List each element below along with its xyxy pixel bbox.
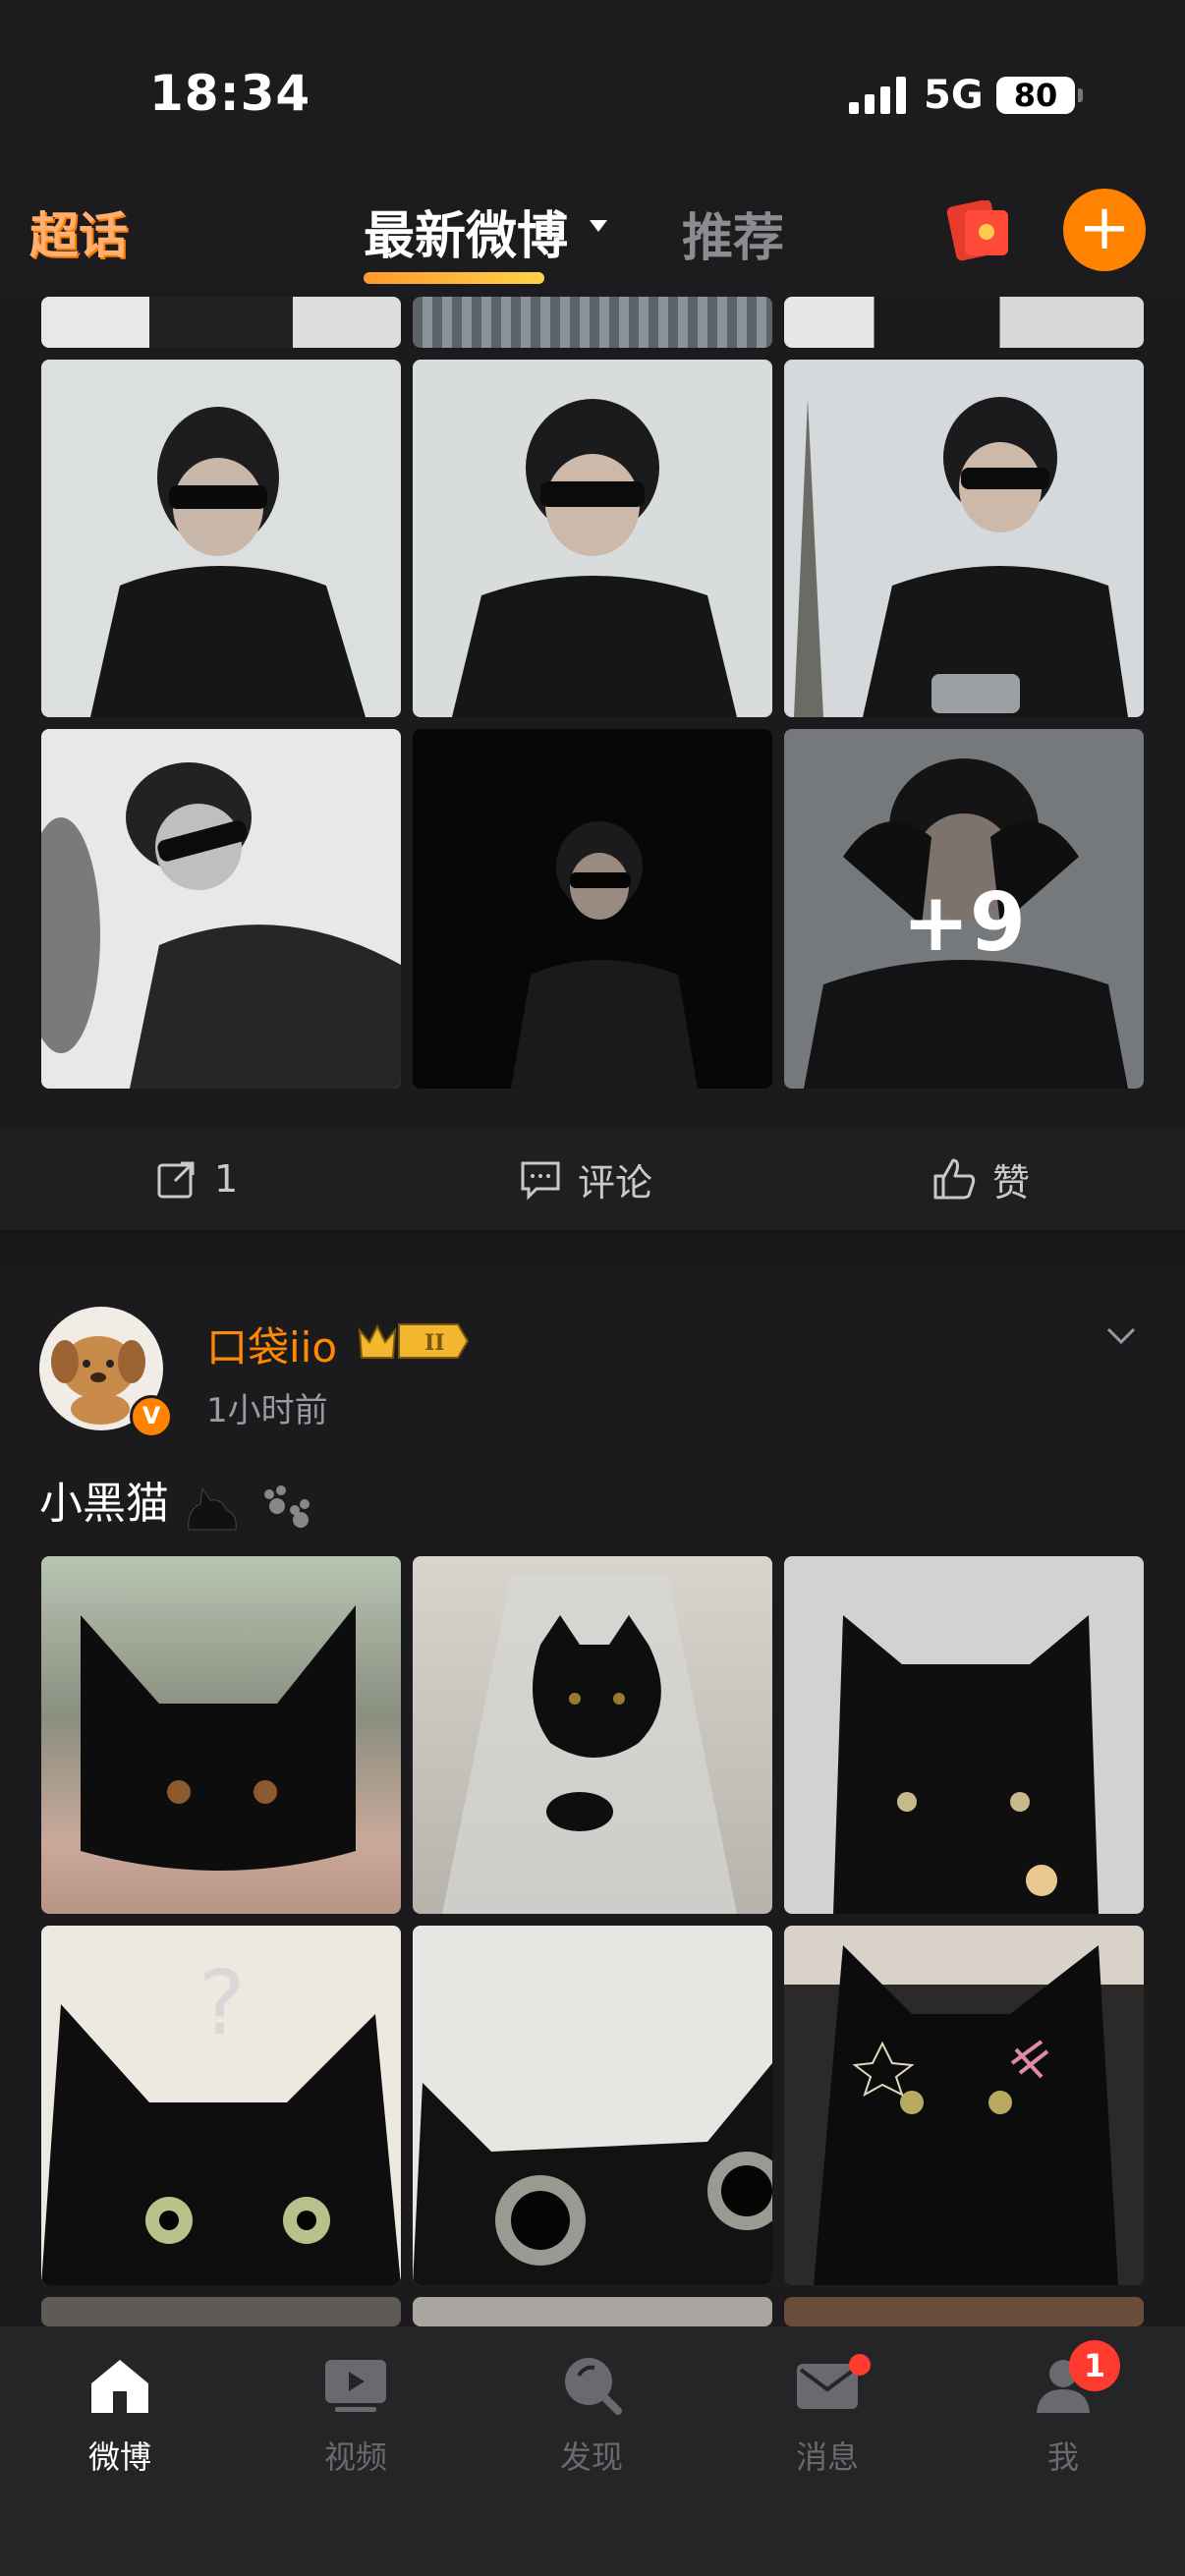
photo-tile[interactable] <box>784 1926 1144 2285</box>
paw-prints-icon <box>264 1485 310 1528</box>
photo-tile[interactable] <box>413 1926 772 2285</box>
member-level-icon: II <box>358 1323 470 1359</box>
post-time: 1小时前 <box>206 1391 328 1430</box>
chevron-down-icon[interactable] <box>1106 1326 1136 1346</box>
photo-tile[interactable] <box>413 2297 772 2326</box>
repost-button[interactable]: 1 <box>155 1149 238 1208</box>
thumbs-up-icon <box>933 1158 976 1200</box>
person-photo <box>452 399 737 717</box>
photo-tile[interactable] <box>784 1556 1144 1914</box>
person-photo <box>41 762 401 1089</box>
cat-photo: ? <box>41 1952 401 2285</box>
photo-tile[interactable] <box>41 729 401 1089</box>
cat-photo <box>784 1926 1144 2285</box>
tab-underline <box>364 272 545 284</box>
battery-icon: 80 <box>996 77 1083 114</box>
cat-photo <box>442 1576 737 1914</box>
tab-discover[interactable]: 发现 <box>523 2354 660 2478</box>
status-bar: 18:34 5G 80 <box>0 0 1185 177</box>
photo-tile[interactable] <box>784 2297 1144 2326</box>
photo-tile[interactable] <box>41 1556 401 1914</box>
photo-tile[interactable] <box>413 1556 772 1914</box>
photo-tile[interactable] <box>413 360 772 717</box>
chaohua-button[interactable]: 超话 <box>29 196 128 267</box>
more-photos-count[interactable]: +9 <box>784 876 1144 970</box>
status-time: 18:34 <box>149 65 311 122</box>
post-text: 小黑猫 <box>39 1468 314 1532</box>
tab-weibo-label: 微博 <box>87 2438 151 2476</box>
photo-tile[interactable] <box>784 360 1144 717</box>
tab-video[interactable]: 视频 <box>287 2354 424 2478</box>
photo-tile[interactable] <box>41 297 401 348</box>
cat-photo <box>413 2063 772 2285</box>
comment-label: 评论 <box>578 1160 653 1204</box>
home-icon <box>91 2360 148 2413</box>
verified-icon: V <box>130 1395 173 1438</box>
me-badge: 1 <box>1069 2340 1120 2391</box>
network-label: 5G <box>924 73 984 118</box>
tab-me-label: 我 <box>1046 2438 1079 2476</box>
svg-text:?: ? <box>198 1952 246 2055</box>
tab-latest[interactable]: 最新微博 <box>364 195 569 284</box>
share-icon <box>157 1161 195 1199</box>
comment-button[interactable]: 评论 <box>519 1149 652 1208</box>
tab-messages[interactable]: 消息 <box>759 2354 896 2478</box>
cat-photo <box>81 1605 356 1871</box>
author-name[interactable]: 口袋iio <box>206 1315 337 1374</box>
photo-tile[interactable] <box>784 297 1144 348</box>
tab-discover-label: 发现 <box>559 2438 623 2476</box>
chevron-down-icon[interactable] <box>590 220 607 232</box>
black-cat-emoji-icon <box>188 1486 237 1531</box>
tab-latest-label: 最新微博 <box>364 207 569 266</box>
like-label: 赞 <box>992 1160 1031 1204</box>
photo-tile[interactable] <box>41 360 401 717</box>
photo-tile[interactable] <box>413 729 772 1089</box>
photo-tile[interactable]: ? <box>41 1926 401 2285</box>
like-button[interactable]: 赞 <box>931 1149 1030 1208</box>
person-photo <box>511 821 698 1089</box>
tab-video-label: 视频 <box>323 2438 387 2476</box>
tab-messages-label: 消息 <box>795 2438 859 2476</box>
signal-icon <box>849 77 908 114</box>
photo-tile[interactable] <box>413 297 772 348</box>
tab-weibo[interactable]: 微博 <box>51 2354 189 2478</box>
photo-tile[interactable] <box>41 2297 401 2326</box>
svg-text:II: II <box>424 1330 445 1356</box>
comment-icon <box>521 1161 560 1201</box>
notification-dot <box>849 2354 871 2376</box>
search-icon <box>565 2358 622 2415</box>
red-packet-icon[interactable] <box>945 200 1012 261</box>
post-separator <box>0 1230 1185 1265</box>
person-photo <box>794 397 1128 717</box>
video-icon <box>325 2360 386 2412</box>
cat-photo <box>833 1615 1099 1914</box>
tab-recommend[interactable]: 推荐 <box>682 196 784 270</box>
person-photo <box>90 407 366 717</box>
post-text-body: 小黑猫 <box>39 1479 169 1529</box>
repost-count: 1 <box>214 1157 239 1201</box>
compose-button[interactable]: + <box>1063 189 1146 271</box>
